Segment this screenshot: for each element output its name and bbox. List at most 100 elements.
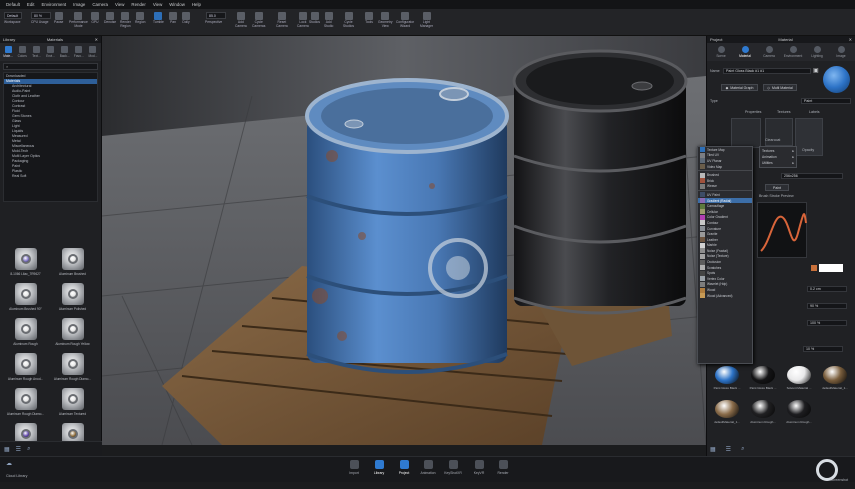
project-button[interactable]: Project <box>394 460 414 480</box>
brush-tool-icon[interactable] <box>731 118 761 148</box>
context-menu-item[interactable]: Video Map <box>698 164 752 170</box>
pan-tool-button[interactable]: Pan <box>169 12 177 33</box>
library-tab[interactable]: Back... <box>58 44 72 60</box>
paint-button[interactable]: Paint <box>765 184 789 191</box>
image-icon[interactable]: ▣ <box>813 67 819 74</box>
menu-item[interactable]: Environment <box>42 2 67 7</box>
multi-material-button[interactable]: ◇ Multi Material <box>763 84 797 91</box>
color-field[interactable] <box>819 264 843 272</box>
workspace-tool-button[interactable]: Workspace <box>4 12 20 33</box>
submenu-utilities[interactable]: Utilities ▸ <box>760 160 796 166</box>
project-tab[interactable]: Environment <box>781 44 805 60</box>
gpu-tool-button[interactable]: GPU <box>91 12 99 33</box>
search-icon[interactable]: ⌕ <box>741 446 744 453</box>
list-view-icon[interactable]: ☰ <box>16 446 21 453</box>
close-icon[interactable]: ✕ <box>95 37 98 42</box>
material-thumbnail[interactable]: Aluminum Rough Diamo... <box>50 353 95 384</box>
material-thumbnail[interactable]: Aluminum Rough Diamo... <box>3 388 48 419</box>
project-tab[interactable]: Lighting <box>805 44 829 60</box>
material-swatch[interactable]: Paint Gloss Black ... <box>713 366 741 390</box>
add_camera-tool-button[interactable]: Add Camera <box>235 12 247 33</box>
menu-item[interactable]: Image <box>73 2 85 7</box>
configurator-tool-button[interactable]: Configurator Wizard <box>396 12 414 33</box>
menu-item[interactable]: Window <box>169 2 185 7</box>
material-thumbnail[interactable]: Aluminum Brushed <box>50 248 95 279</box>
tree-item[interactable]: Real Soft <box>4 174 97 179</box>
keyvr-button[interactable]: KeyVR <box>469 460 489 480</box>
material-swatch[interactable]: Paint Gloss Black ... <box>749 366 777 390</box>
region-tool-button[interactable]: Region <box>135 12 145 33</box>
context-menu-item[interactable]: Weave <box>698 183 752 190</box>
menu-item[interactable]: Default <box>6 2 20 7</box>
material-name-field[interactable]: Paint Gloss Black #1 #1 <box>723 68 811 74</box>
cpu-tool-button[interactable]: CPU Usage <box>31 12 48 33</box>
denoise-tool-button[interactable]: Denoise <box>104 12 116 33</box>
type-dropdown[interactable]: Paint <box>801 98 851 104</box>
lock_camera-tool-button[interactable]: Lock Camera <box>297 12 309 33</box>
render-viewport[interactable] <box>102 36 706 445</box>
library-search[interactable]: ⌕ <box>3 63 98 70</box>
library-tab[interactable]: Mate... <box>1 44 15 60</box>
material-thumbnail[interactable]: 8-1066 Lilac_7R9627 <box>3 248 48 279</box>
project-tab[interactable]: Scene <box>709 44 733 60</box>
animation-button[interactable]: Animation <box>418 460 438 480</box>
material-swatch[interactable]: Aluminum Rough... <box>749 400 777 424</box>
tumble-tool-button[interactable]: Tumble <box>153 12 164 33</box>
grid-view-icon[interactable]: ▦ <box>4 446 10 453</box>
studios-tool-button[interactable]: Studios <box>309 12 320 33</box>
search-icon[interactable]: ⌕ <box>27 446 30 453</box>
cloud-icon[interactable]: ☁ <box>6 460 12 467</box>
opacity-field[interactable]: 100 % <box>807 320 847 326</box>
pause-tool-button[interactable]: Pause <box>54 12 63 33</box>
color-swatch[interactable] <box>811 265 817 271</box>
material-swatch[interactable]: defaultMaterial_1... <box>821 366 849 390</box>
library-tab[interactable]: Text... <box>29 44 43 60</box>
cycle_cameras-tool-button[interactable]: Cycle Cameras <box>252 12 265 33</box>
menu-item[interactable]: View <box>115 2 124 7</box>
library-tab[interactable]: Favo... <box>72 44 86 60</box>
perf-tool-button[interactable]: Performance Mode <box>69 12 88 33</box>
render_region-tool-button[interactable]: Render Region <box>120 12 131 33</box>
texture-size-field[interactable]: 256x256 <box>781 173 843 179</box>
material-thumbnail[interactable]: Aluminum Rough Anod... <box>3 353 48 384</box>
material-swatch[interactable]: Aluminum Rough... <box>785 400 813 424</box>
tools-tool-button[interactable]: Tools <box>365 12 373 33</box>
material-thumbnail[interactable]: Aluminum Rough Yellow <box>50 318 95 349</box>
project-tab[interactable]: Image <box>829 44 853 60</box>
menu-item[interactable]: Render <box>131 2 145 7</box>
import-button[interactable]: Import <box>344 460 364 480</box>
close-icon[interactable]: ✕ <box>849 37 852 42</box>
material-thumbnail[interactable]: Aluminum Textured <box>50 388 95 419</box>
material-thumbnail[interactable]: Aluminum Polished <box>50 283 95 314</box>
strength-field[interactable]: 90 % <box>807 303 847 309</box>
brush-size-field[interactable]: 0.2 cm <box>807 286 847 292</box>
reset_camera-tool-button[interactable]: Reset Camera <box>276 12 288 33</box>
add_studio-tool-button[interactable]: Add Studio <box>324 12 333 33</box>
library-tab[interactable]: Colors <box>15 44 29 60</box>
material-swatch[interactable]: defaultMaterial_1... <box>713 400 741 424</box>
material-thumbnail[interactable]: Aluminum Rough <box>3 318 48 349</box>
list-view-icon[interactable]: ☰ <box>726 446 731 453</box>
project-tab[interactable]: Material <box>733 44 757 60</box>
project-tab[interactable]: Camera <box>757 44 781 60</box>
perspective-tool-button[interactable]: Perspective <box>205 12 222 33</box>
dolly-tool-button[interactable]: Dolly <box>182 12 190 33</box>
menu-item[interactable]: Help <box>192 2 201 7</box>
menu-item[interactable]: Camera <box>92 2 108 7</box>
render-button[interactable]: Render <box>493 460 513 480</box>
context-menu-item[interactable]: Wood (Advanced) <box>698 293 752 299</box>
spacing-field[interactable]: 10 % <box>803 346 843 352</box>
light_manager-tool-button[interactable]: Light Manager <box>420 12 433 33</box>
geometry_view-tool-button[interactable]: Geometry View <box>378 12 392 33</box>
library-button[interactable]: Library <box>369 460 389 480</box>
library-tab[interactable]: Envi... <box>43 44 57 60</box>
keyshotxr-button[interactable]: KeyShotXR <box>443 460 463 480</box>
material-graph-button[interactable]: ◆ Material Graph <box>721 84 758 91</box>
library-tab[interactable]: Mod... <box>86 44 100 60</box>
menu-item[interactable]: Edit <box>27 2 35 7</box>
material-thumbnail[interactable]: Aluminum Brushed 90° <box>3 283 48 314</box>
cycle_studios-tool-button[interactable]: Cycle Studios <box>343 12 354 33</box>
library-tree[interactable]: Downloaded Materials Architectural Audio-Pa… <box>3 72 98 202</box>
grid-view-icon[interactable]: ▦ <box>710 446 716 453</box>
material-swatch[interactable]: Solvent Material ... <box>785 366 813 390</box>
